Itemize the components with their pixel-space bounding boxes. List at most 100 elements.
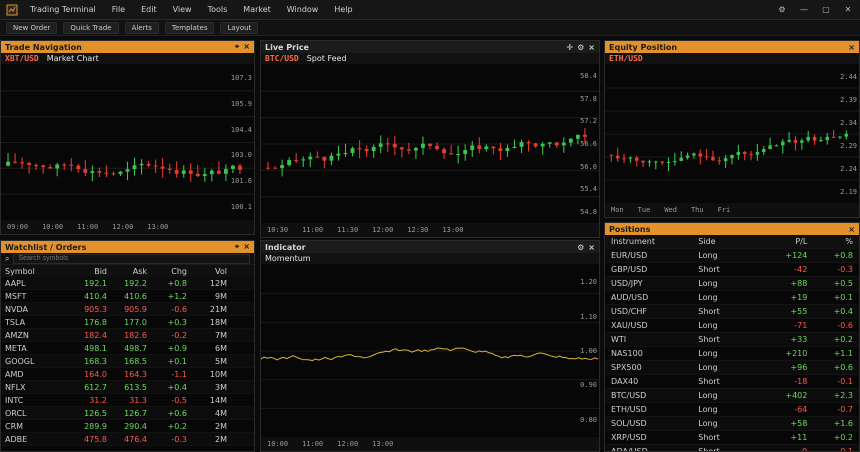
table-row[interactable]: ORCL 126.5 126.7 +0.6 4M: [1, 407, 254, 420]
menu-file[interactable]: File: [108, 3, 129, 16]
table-row[interactable]: XAU/USD Long -71 -0.6: [605, 319, 859, 333]
table-row[interactable]: AAPL 192.1 192.2 +0.8 12M: [1, 277, 254, 290]
table-row[interactable]: INTC 31.2 31.3 -0.5 14M: [1, 394, 254, 407]
candle-body: [27, 162, 32, 165]
left-chart-y-axis: 107.3 105.9 104.4 103.0 101.6 100.1: [230, 65, 254, 220]
candle-body: [526, 142, 531, 144]
table-row[interactable]: ADA/USD Short -9 -0.1: [605, 445, 859, 451]
pl-cell: -42: [794, 265, 808, 274]
table-row[interactable]: NAS100 Long +210 +1.1: [605, 347, 859, 361]
positions-panel: Positions × Instrument Side P/L % EUR/US…: [604, 222, 860, 452]
ask-cell: 613.5: [124, 382, 147, 392]
maximize-icon[interactable]: ▢: [820, 4, 832, 16]
change-cell: -0.5: [171, 395, 187, 405]
table-row[interactable]: GOOGL 168.3 168.5 +0.1 5M: [1, 355, 254, 368]
close-icon[interactable]: ✕: [842, 4, 854, 16]
table-row[interactable]: CRM 289.9 290.4 +0.2 2M: [1, 420, 254, 433]
menu-market[interactable]: Market: [239, 3, 275, 16]
pl-cell: +88: [790, 279, 808, 288]
candle-body: [533, 143, 538, 147]
center-chart-subtitle: Spot Feed: [306, 54, 347, 63]
table-row[interactable]: DAX40 Short -18 -0.1: [605, 375, 859, 389]
left-chart-header: Trade Navigation ⌖ ×: [1, 41, 254, 53]
table-row[interactable]: WTI Short +33 +0.2: [605, 333, 859, 347]
settings-icon[interactable]: ⚙: [577, 243, 584, 252]
pin-icon[interactable]: ⌖: [235, 42, 240, 52]
left-candlestick-chart[interactable]: [1, 65, 254, 220]
minimize-icon[interactable]: —: [798, 4, 810, 16]
bid-cell: 176.8: [84, 317, 107, 327]
table-row[interactable]: AMD 164.0 164.3 -1.1 10M: [1, 368, 254, 381]
y-tick: 1.20: [580, 278, 597, 287]
candle-body: [622, 158, 626, 160]
table-row[interactable]: AUD/USD Long +19 +0.1: [605, 291, 859, 305]
new-order-button[interactable]: New Order: [6, 21, 58, 34]
search-icon: ⌕: [5, 253, 10, 263]
menu-window[interactable]: Window: [283, 3, 323, 16]
center-candlestick-chart[interactable]: [261, 65, 599, 223]
layout-button[interactable]: Layout: [220, 21, 259, 34]
table-row[interactable]: AMZN 182.4 182.6 -0.2 7M: [1, 329, 254, 342]
close-icon[interactable]: ×: [848, 225, 855, 234]
table-row[interactable]: USD/CHF Short +55 +0.4: [605, 305, 859, 319]
menu-edit[interactable]: Edit: [137, 3, 161, 16]
right-chart-header-icons: ×: [848, 43, 855, 52]
table-row[interactable]: SPX500 Long +96 +0.6: [605, 361, 859, 375]
table-row[interactable]: NFLX 612.7 613.5 +0.4 3M: [1, 381, 254, 394]
ask-cell: 182.6: [124, 330, 147, 340]
settings-icon[interactable]: ⚙: [577, 43, 584, 52]
pl-cell: -71: [794, 321, 808, 330]
menu-view[interactable]: View: [169, 3, 196, 16]
close-icon[interactable]: ×: [243, 42, 250, 52]
table-row[interactable]: TSLA 176.8 177.0 +0.3 18M: [1, 316, 254, 329]
x-tick: 12:30: [407, 226, 429, 234]
close-icon[interactable]: ×: [243, 242, 250, 252]
right-chart-symbol: ETH/USD: [609, 54, 643, 63]
pin-icon[interactable]: ⌖: [235, 242, 240, 252]
candle-body: [568, 138, 573, 143]
crosshair-icon[interactable]: ✛: [566, 43, 573, 52]
x-tick: 10:30: [267, 226, 289, 234]
candle-body: [111, 173, 116, 175]
instrument-cell: USD/CHF: [611, 307, 647, 316]
symbol-search-input[interactable]: [13, 253, 250, 264]
table-row[interactable]: XRP/USD Short +11 +0.2: [605, 431, 859, 445]
table-row[interactable]: SOL/USD Long +58 +1.6: [605, 417, 859, 431]
indicator-header: Indicator ⚙ ×: [261, 241, 599, 253]
instrument-cell: ETH/USD: [611, 405, 647, 414]
indicator-line-chart[interactable]: [261, 265, 599, 437]
table-row[interactable]: ADBE 475.8 476.4 -0.3 2M: [1, 433, 254, 446]
table-row[interactable]: NVDA 905.3 905.9 -0.6 21M: [1, 303, 254, 316]
watchlist-header: Watchlist / Orders ⌖ ×: [1, 241, 254, 253]
candle-body: [477, 145, 482, 149]
bid-cell: 289.9: [84, 421, 107, 431]
table-row[interactable]: MSFT 410.4 410.6 +1.2 9M: [1, 290, 254, 303]
candle-body: [470, 145, 475, 151]
table-row[interactable]: GBP/USD Short -42 -0.3: [605, 263, 859, 277]
ask-cell: 905.9: [124, 304, 147, 314]
quick-trade-button[interactable]: Quick Trade: [63, 21, 119, 34]
settings-icon[interactable]: ⚙: [776, 4, 788, 16]
watchlist-panel: Watchlist / Orders ⌖ × ⌕ Symbol Bid Ask …: [0, 240, 255, 452]
table-row[interactable]: USD/JPY Long +88 +0.5: [605, 277, 859, 291]
close-icon[interactable]: ×: [848, 43, 855, 52]
templates-button[interactable]: Templates: [164, 21, 215, 34]
close-icon[interactable]: ×: [588, 43, 595, 52]
x-tick: 12:00: [112, 223, 134, 231]
col-instrument: Instrument: [611, 237, 656, 246]
right-candlestick-chart[interactable]: [605, 65, 859, 203]
indicator-header-icons: ⚙ ×: [577, 243, 595, 252]
candle-body: [209, 170, 214, 175]
close-icon[interactable]: ×: [588, 243, 595, 252]
table-row[interactable]: ETH/USD Long -64 -0.7: [605, 403, 859, 417]
bid-cell: 410.4: [84, 291, 107, 301]
alerts-button[interactable]: Alerts: [124, 21, 159, 34]
table-row[interactable]: EUR/USD Long +124 +0.8: [605, 249, 859, 263]
menu-tools[interactable]: Tools: [204, 3, 232, 16]
instrument-cell: SPX500: [611, 363, 642, 372]
candle-body: [547, 142, 552, 144]
table-row[interactable]: BTC/USD Long +402 +2.3: [605, 389, 859, 403]
menu-help[interactable]: Help: [330, 3, 356, 16]
candle-body: [364, 148, 369, 152]
table-row[interactable]: META 498.1 498.7 +0.9 6M: [1, 342, 254, 355]
